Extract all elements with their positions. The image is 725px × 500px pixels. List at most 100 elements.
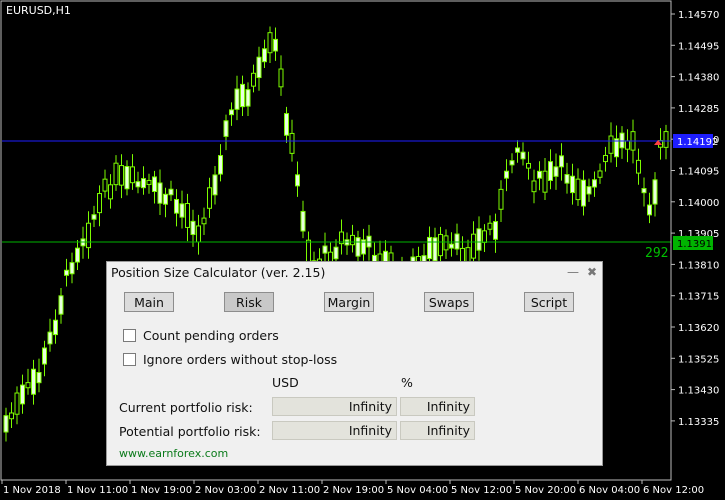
time-tick-label: 6 Nov 04:00 bbox=[579, 485, 640, 496]
time-tick-label: 5 Nov 20:00 bbox=[515, 485, 576, 496]
candle-body bbox=[212, 174, 218, 196]
ignore-no-sl-checkbox[interactable] bbox=[123, 353, 136, 366]
candle-body bbox=[537, 170, 542, 179]
time-tick-label: 5 Nov 12:00 bbox=[451, 485, 512, 496]
candle-body bbox=[520, 151, 526, 160]
price-tick-label: 1.14570 bbox=[678, 10, 719, 21]
candle-body bbox=[498, 188, 504, 210]
candle-body bbox=[229, 109, 234, 116]
candle-body bbox=[163, 193, 168, 205]
price-tick-label: 1.14380 bbox=[678, 73, 719, 84]
candle-body bbox=[647, 204, 652, 216]
tab-script[interactable]: Script bbox=[524, 292, 574, 312]
candle-body bbox=[625, 140, 630, 150]
candle-body bbox=[174, 198, 179, 214]
position-size-calculator-panel: Position Size Calculator (ver. 2.15) — ✖… bbox=[106, 261, 603, 466]
candle-body bbox=[267, 32, 273, 54]
potential-risk-pct-field: Infinity bbox=[400, 421, 475, 440]
stop-price-label: 1.13913 bbox=[677, 239, 718, 250]
count-pending-label: Count pending orders bbox=[143, 328, 279, 343]
candle-body bbox=[619, 132, 625, 149]
minimize-icon[interactable]: — bbox=[567, 265, 579, 279]
currency-column-header: USD bbox=[272, 375, 299, 390]
stop-points-label: 292 bbox=[645, 246, 668, 261]
candle-body bbox=[284, 113, 289, 136]
price-tick-label: 1.13715 bbox=[678, 292, 719, 303]
candle-body bbox=[487, 222, 493, 230]
candle-body bbox=[240, 83, 245, 108]
time-tick-label: 1 Nov 11:00 bbox=[67, 485, 128, 496]
candle-body bbox=[14, 392, 20, 415]
candle-body bbox=[141, 178, 146, 189]
candle-body bbox=[493, 221, 498, 240]
price-tick-label: 1.13335 bbox=[678, 417, 719, 428]
candle-body bbox=[427, 236, 432, 260]
potential-risk-usd-field: Infinity bbox=[272, 421, 397, 440]
candle-body bbox=[322, 245, 328, 254]
candle-body bbox=[432, 237, 438, 262]
time-tick-label: 6 Nov 12:00 bbox=[643, 485, 704, 496]
earnforex-link[interactable]: www.earnforex.com bbox=[119, 447, 228, 460]
candle-body bbox=[504, 170, 509, 179]
candle-body bbox=[86, 222, 91, 249]
candle-body bbox=[608, 135, 614, 154]
current-risk-pct-field: Infinity bbox=[400, 397, 475, 416]
candle-body bbox=[256, 56, 262, 79]
candle-body bbox=[47, 331, 53, 345]
candle-body bbox=[262, 48, 267, 63]
candle-body bbox=[273, 38, 278, 52]
candle-body bbox=[9, 412, 14, 420]
candle-body bbox=[542, 170, 548, 193]
candle-body bbox=[570, 175, 575, 194]
tab-swaps[interactable]: Swaps bbox=[424, 292, 474, 312]
percent-column-header: % bbox=[401, 375, 413, 390]
candle-body bbox=[592, 179, 597, 188]
tab-margin[interactable]: Margin bbox=[324, 292, 374, 312]
candle-body bbox=[124, 166, 130, 190]
candle-body bbox=[91, 214, 97, 220]
candle-body bbox=[553, 166, 559, 177]
time-tick-label: 1 Nov 2018 bbox=[3, 485, 61, 496]
candle-body bbox=[586, 186, 592, 195]
candle-body bbox=[157, 182, 163, 204]
candle-body bbox=[190, 220, 196, 236]
candle-body bbox=[185, 203, 190, 228]
candle-body bbox=[36, 372, 42, 384]
candle-body bbox=[53, 319, 58, 336]
candle-body bbox=[575, 178, 581, 201]
candle-body bbox=[119, 165, 124, 186]
count-pending-checkbox[interactable] bbox=[123, 329, 136, 342]
candle-body bbox=[20, 384, 25, 405]
candle-body bbox=[663, 131, 669, 148]
candle-body bbox=[350, 234, 355, 246]
candle-body bbox=[355, 237, 361, 257]
candle-body bbox=[636, 159, 641, 174]
candle-body bbox=[218, 155, 223, 175]
candle-body bbox=[234, 88, 240, 110]
candle-body bbox=[196, 225, 201, 243]
tab-risk[interactable]: Risk bbox=[224, 292, 274, 312]
candle-body bbox=[531, 180, 537, 193]
candle-body bbox=[64, 269, 69, 276]
candle-body bbox=[333, 246, 339, 260]
candle-body bbox=[3, 415, 9, 433]
time-tick-label: 2 Nov 19:00 bbox=[323, 485, 384, 496]
candle-body bbox=[25, 382, 31, 389]
candle-body bbox=[460, 247, 465, 263]
price-tick-label: 1.14285 bbox=[678, 104, 719, 115]
candle-body bbox=[201, 217, 207, 225]
price-tick-label: 1.14495 bbox=[678, 41, 719, 52]
candle-body bbox=[548, 161, 553, 181]
candle-body bbox=[515, 147, 520, 153]
candle-body bbox=[509, 160, 515, 166]
time-tick-label: 5 Nov 04:00 bbox=[387, 485, 448, 496]
candle-body bbox=[641, 188, 647, 194]
close-icon[interactable]: ✖ bbox=[587, 265, 597, 279]
panel-title: Position Size Calculator (ver. 2.15) bbox=[111, 265, 326, 280]
candle-body bbox=[614, 138, 619, 158]
candle-body bbox=[652, 179, 658, 205]
tab-main[interactable]: Main bbox=[124, 292, 174, 312]
potential-risk-label: Potential portfolio risk: bbox=[119, 424, 261, 439]
price-tick-label: 1.14000 bbox=[678, 198, 719, 209]
candle-body bbox=[69, 262, 75, 275]
